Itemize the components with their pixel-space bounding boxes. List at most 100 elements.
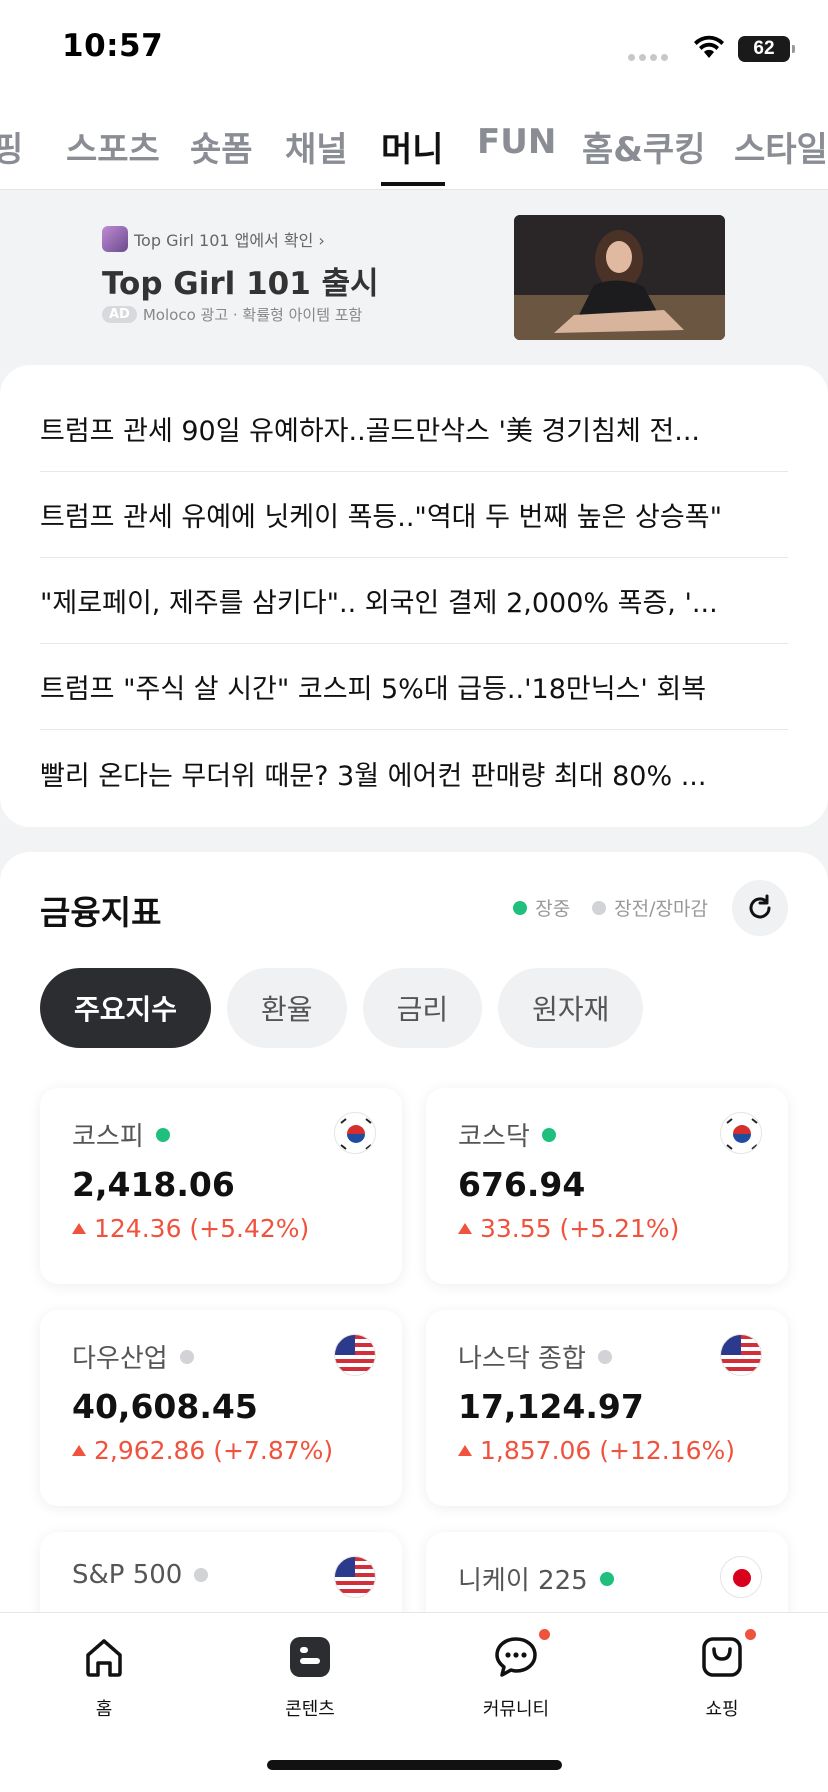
tab-sports[interactable]: 스포츠 — [66, 122, 160, 171]
korea-flag-icon — [720, 1112, 762, 1154]
home-icon — [86, 1639, 122, 1677]
chip-major-indices[interactable]: 주요지수 — [40, 968, 212, 1048]
market-closed-icon — [179, 1349, 194, 1364]
index-change: 1,857.06 (+12.16%) — [458, 1436, 756, 1465]
status-bar: 10:57 62 — [0, 0, 828, 96]
us-flag-icon — [720, 1334, 762, 1376]
bottom-navigation: 홈 콘텐츠 커뮤니티 쇼핑 — [0, 1612, 828, 1792]
nav-label: 커뮤니티 — [482, 1699, 550, 1720]
category-tabs: 핑 스포츠 숏폼 채널 머니 FUN 홈&쿠킹 스타일 — [0, 96, 828, 190]
chat-icon — [495, 1637, 537, 1677]
active-tab-indicator — [381, 182, 445, 186]
section-title: 금융지표 — [40, 893, 162, 932]
legend-closed-label: 장전/장마감 — [614, 898, 708, 920]
index-value: 40,608.45 — [72, 1387, 258, 1426]
ad-source[interactable]: Top Girl 101 앱에서 확인 › — [102, 226, 325, 252]
index-name-row: 코스닥 — [458, 1116, 756, 1153]
up-arrow-icon — [72, 1223, 86, 1234]
index-change-text: 124.36 (+5.42%) — [94, 1214, 310, 1243]
index-value: 17,124.97 — [458, 1387, 644, 1426]
index-value: 676.94 — [458, 1165, 586, 1204]
japan-flag-icon — [720, 1556, 762, 1598]
contents-icon — [290, 1637, 330, 1677]
nav-label: 콘텐츠 — [285, 1699, 335, 1720]
chip-interest-rate[interactable]: 금리 — [362, 968, 483, 1048]
index-name: 코스닥 — [458, 1122, 530, 1152]
tab-shopping-partial[interactable]: 핑 — [0, 122, 23, 171]
notification-badge — [539, 1629, 550, 1640]
index-name-row: 니케이 225 — [458, 1560, 756, 1597]
index-name-row: 다우산업 — [72, 1338, 370, 1375]
market-closed-icon — [194, 1568, 209, 1582]
notification-badge — [745, 1629, 756, 1640]
shopping-bag-icon — [702, 1637, 742, 1677]
index-name: 코스피 — [72, 1122, 144, 1152]
app-icon — [102, 226, 128, 252]
battery-level: 62 — [753, 38, 775, 59]
wifi-icon — [694, 35, 724, 58]
korea-flag-icon — [334, 1112, 376, 1154]
index-change-text: 2,962.86 (+7.87%) — [94, 1436, 334, 1465]
index-card-kospi[interactable]: 코스피 2,418.06 124.36 (+5.42%) — [40, 1088, 402, 1284]
refresh-icon — [749, 894, 771, 919]
refresh-button[interactable] — [732, 880, 788, 936]
nav-contents[interactable]: 콘텐츠 — [250, 1633, 370, 1721]
market-open-icon — [599, 1571, 614, 1586]
financial-indicators: 금융지표 장중 장전/장마감 주요지수 환율 금리 원자재 코스피 2,418.… — [0, 852, 828, 1728]
legend-open: 장중 — [513, 894, 570, 921]
tab-home-cooking[interactable]: 홈&쿠킹 — [582, 122, 706, 171]
news-item[interactable]: 트럼프 "주식 살 시간" 코스피 5%대 급등..'18만닉스' 회복 — [40, 644, 788, 730]
index-name: 다우산업 — [72, 1344, 168, 1374]
index-change: 33.55 (+5.21%) — [458, 1214, 756, 1243]
tab-money[interactable]: 머니 — [381, 122, 444, 171]
news-list: 트럼프 관세 90일 유예하자..골드만삭스 '美 경기침체 전... 트럼프 … — [0, 365, 828, 827]
legend-closed: 장전/장마감 — [592, 894, 708, 921]
index-change-text: 1,857.06 (+12.16%) — [480, 1436, 736, 1465]
index-name: 니케이 225 — [458, 1566, 588, 1596]
chat-icon-wrap — [492, 1629, 550, 1681]
ad-image[interactable] — [514, 215, 725, 340]
news-item[interactable]: 트럼프 관세 유예에 닛케이 폭등.."역대 두 번째 높은 상승폭" — [40, 472, 788, 558]
market-open-icon — [541, 1127, 556, 1142]
ad-meta-text: Moloco 광고 · 확률형 아이템 포함 — [142, 306, 363, 324]
index-name: 나스닥 종합 — [458, 1344, 586, 1374]
index-card-kosdaq[interactable]: 코스닥 676.94 33.55 (+5.21%) — [426, 1088, 788, 1284]
chip-exchange-rate[interactable]: 환율 — [227, 968, 347, 1048]
index-name-row: 코스피 — [72, 1116, 370, 1153]
nav-home[interactable]: 홈 — [44, 1633, 164, 1721]
up-arrow-icon — [458, 1223, 472, 1234]
nav-community[interactable]: 커뮤니티 — [456, 1629, 576, 1721]
open-dot-icon — [513, 900, 528, 915]
indicator-chips: 주요지수 환율 금리 원자재 — [40, 968, 644, 1048]
up-arrow-icon — [72, 1445, 86, 1456]
index-change: 124.36 (+5.42%) — [72, 1214, 370, 1243]
index-card-dow[interactable]: 다우산업 40,608.45 2,962.86 (+7.87%) — [40, 1310, 402, 1506]
legend-open-label: 장중 — [535, 898, 571, 920]
index-name: S&P 500 — [72, 1560, 183, 1590]
tab-shortform[interactable]: 숏폼 — [190, 122, 253, 171]
index-card-nasdaq[interactable]: 나스닥 종합 17,124.97 1,857.06 (+12.16%) — [426, 1310, 788, 1506]
news-item[interactable]: 빨리 온다는 무더위 때문? 3월 에어컨 판매량 최대 80% ... — [40, 730, 788, 816]
nav-label: 쇼핑 — [705, 1699, 739, 1720]
tab-style[interactable]: 스타일 — [734, 122, 828, 171]
tab-fun[interactable]: FUN — [477, 122, 556, 162]
ad-image-art — [514, 215, 725, 340]
ad-banner[interactable]: Top Girl 101 앱에서 확인 › Top Girl 101 출시 AD… — [0, 190, 828, 365]
us-flag-icon — [334, 1334, 376, 1376]
status-time: 10:57 — [62, 28, 164, 64]
battery-icon: 62 — [738, 36, 795, 62]
market-closed-icon — [597, 1349, 612, 1364]
index-change-text: 33.55 (+5.21%) — [480, 1214, 680, 1243]
ad-source-label: Top Girl 101 앱에서 확인 › — [134, 231, 325, 250]
news-item[interactable]: 트럼프 관세 90일 유예하자..골드만삭스 '美 경기침체 전... — [40, 386, 788, 472]
nav-label: 홈 — [95, 1699, 113, 1720]
index-change: 2,962.86 (+7.87%) — [72, 1436, 370, 1465]
chip-commodities[interactable]: 원자재 — [498, 968, 644, 1048]
news-item[interactable]: "제로페이, 제주를 삼키다".. 외국인 결제 2,000% 폭증, '... — [40, 558, 788, 644]
tab-channel[interactable]: 채널 — [285, 122, 348, 171]
us-flag-icon — [334, 1556, 376, 1598]
up-arrow-icon — [458, 1445, 472, 1456]
nav-shopping[interactable]: 쇼핑 — [662, 1629, 782, 1721]
index-name-row: 나스닥 종합 — [458, 1338, 756, 1375]
ad-badge: AD — [102, 306, 137, 323]
